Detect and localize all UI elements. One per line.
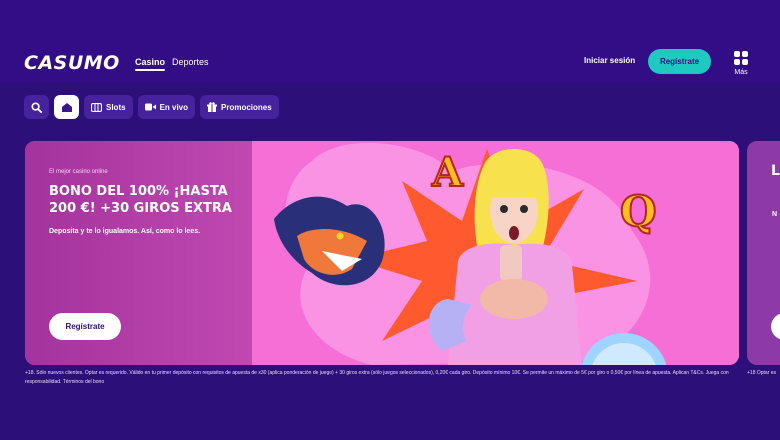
next-banner-subtitle: N bbox=[772, 211, 778, 218]
category-label: Slots bbox=[106, 102, 126, 112]
next-banner-terms: +18 Optar es bbox=[747, 370, 777, 376]
category-search[interactable] bbox=[24, 95, 49, 119]
banner-register-button[interactable]: Regístrate bbox=[49, 313, 121, 340]
category-label: En vivo bbox=[159, 102, 189, 112]
svg-text:Q: Q bbox=[620, 187, 657, 236]
search-icon bbox=[31, 101, 42, 113]
grid-icon bbox=[734, 51, 748, 65]
category-label: Promociones bbox=[221, 102, 272, 112]
banner-terms: +18. Sólo nuevos clientes. Optar es requ… bbox=[25, 370, 729, 385]
login-link[interactable]: Iniciar sesión bbox=[584, 56, 635, 65]
category-bar: Slots En vivo Promociones bbox=[24, 95, 279, 119]
category-promotions[interactable]: Promociones bbox=[200, 95, 279, 119]
video-camera-icon bbox=[144, 103, 156, 111]
promo-banner[interactable]: El mejor casino online BONO DEL 100% ¡HA… bbox=[25, 141, 739, 365]
banner-illustration: A Q bbox=[252, 141, 739, 365]
svg-text:A: A bbox=[431, 149, 464, 196]
more-label: Más bbox=[734, 69, 748, 76]
banner-eyebrow: El mejor casino online bbox=[49, 169, 108, 175]
register-button[interactable]: Regístrate bbox=[648, 49, 711, 74]
more-menu-button[interactable]: Más bbox=[731, 51, 751, 76]
casumo-logo[interactable]: CASUMO bbox=[24, 52, 120, 74]
banner-subtitle: Deposita y te lo igualamos. Así, como lo… bbox=[49, 228, 201, 235]
home-icon bbox=[61, 102, 72, 112]
category-slots[interactable]: Slots bbox=[84, 95, 133, 119]
slot-machine-icon bbox=[91, 102, 102, 112]
next-banner-button[interactable] bbox=[771, 313, 780, 340]
next-banner-title: L bbox=[771, 163, 780, 179]
nav-deportes[interactable]: Deportes bbox=[172, 57, 209, 67]
banner-title: BONO DEL 100% ¡HASTA 200 €! +30 GIROS EX… bbox=[49, 184, 232, 216]
category-home[interactable] bbox=[54, 95, 79, 119]
gift-icon bbox=[207, 102, 218, 112]
banner-text-panel: El mejor casino online BONO DEL 100% ¡HA… bbox=[25, 141, 252, 365]
next-promo-banner[interactable]: L N bbox=[747, 141, 780, 365]
top-navigation-bar: CASUMO Casino Deportes Iniciar sesión Re… bbox=[0, 0, 780, 82]
category-live[interactable]: En vivo bbox=[137, 95, 196, 119]
nav-casino[interactable]: Casino bbox=[135, 57, 166, 71]
